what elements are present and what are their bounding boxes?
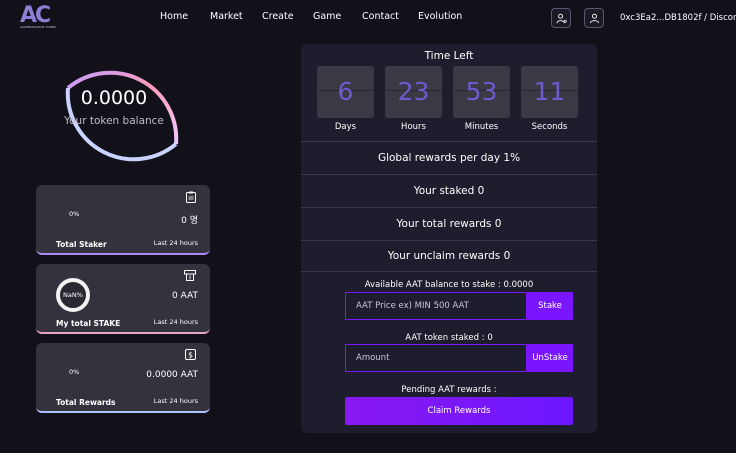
pending-rewards-label: Pending AAT rewards :: [401, 385, 497, 395]
card-value: 0 AAT: [172, 291, 198, 301]
top-nav: AC AIAMBASSADOR TOKEN Home Market Create…: [0, 0, 736, 36]
claim-rewards-button[interactable]: Claim Rewards: [345, 397, 573, 425]
total-rewards-card: $ 0% 0.0000 AAT Total Rewards Last 24 ho…: [36, 343, 210, 413]
nav-home[interactable]: Home: [160, 11, 188, 22]
countdown-seconds: 11: [521, 66, 578, 118]
card-title: My total STAKE: [56, 319, 121, 328]
countdown-number: 53: [465, 77, 498, 106]
nav-create[interactable]: Create: [262, 11, 294, 22]
card-percent: 0%: [69, 210, 80, 218]
user-settings-button[interactable]: [551, 8, 571, 28]
nav-game[interactable]: Game: [313, 11, 341, 22]
global-rewards-row: Global rewards per day 1%: [301, 141, 597, 173]
total-rewards-row: Your total rewards 0: [301, 207, 597, 239]
countdown-days: 6: [317, 66, 374, 118]
profile-button[interactable]: [584, 8, 604, 28]
token-staked-label: AAT token staked : 0: [405, 333, 493, 343]
card-value: 0 명: [181, 216, 198, 226]
card-subtitle: Last 24 hours: [153, 318, 198, 326]
user-gear-icon: [555, 13, 567, 23]
countdown-label: Seconds: [531, 122, 568, 132]
countdown-hours: 23: [385, 66, 442, 118]
time-left-title: Time Left: [424, 50, 474, 62]
token-balance-ring: 0.0000 Your token balance: [45, 55, 183, 193]
card-percent: 0%: [69, 368, 80, 376]
token-balance-label: Your token balance: [64, 115, 164, 127]
unstake-amount-input[interactable]: [345, 344, 527, 372]
countdown-label: Hours: [401, 122, 426, 132]
countdown-number: 23: [397, 77, 430, 106]
card-subtitle: Last 24 hours: [153, 239, 198, 247]
your-staked-row: Your staked 0: [301, 174, 597, 206]
clipboard-icon: [186, 191, 196, 203]
countdown-minutes: 53: [453, 66, 510, 118]
user-icon: [589, 13, 599, 23]
stake-progress-circle: NaN%: [56, 278, 90, 312]
logo[interactable]: AC AIAMBASSADOR TOKEN: [20, 3, 56, 31]
svg-text:$: $: [188, 350, 193, 359]
nav-contact[interactable]: Contact: [362, 11, 399, 22]
logo-subtext: AIAMBASSADOR TOKEN: [20, 25, 56, 29]
total-staker-card: 0% 0 명 Total Staker Last 24 hours: [36, 185, 210, 255]
nav-evolution[interactable]: Evolution: [418, 11, 462, 22]
unstake-button[interactable]: UnStake: [527, 344, 573, 372]
stake-button[interactable]: Stake: [527, 292, 573, 320]
countdown-label: Minutes: [464, 122, 499, 132]
wallet-disconnect-link[interactable]: 0xc3Ea2...DB1802f / Disconn: [620, 13, 736, 23]
staking-panel: Time Left 6 23 53 11 Days Hours Minutes …: [301, 44, 597, 433]
countdown-number: 11: [533, 77, 566, 106]
card-title: Total Staker: [56, 240, 107, 249]
token-balance-value: 0.0000: [80, 87, 148, 109]
countdown-number: 6: [337, 77, 354, 106]
available-balance-label: Available AAT balance to stake : 0.0000: [364, 280, 534, 290]
my-total-stake-card: NaN% 0 AAT My total STAKE Last 24 hours: [36, 264, 210, 334]
countdown-label: Days: [334, 122, 357, 132]
nav-market[interactable]: Market: [210, 11, 243, 22]
stake-amount-input[interactable]: [345, 292, 527, 320]
atm-icon: [184, 270, 196, 281]
unclaim-rewards-row: Your unclaim rewards 0: [301, 240, 597, 272]
card-title: Total Rewards: [56, 398, 116, 407]
card-subtitle: Last 24 hours: [153, 397, 198, 405]
card-value: 0.0000 AAT: [146, 370, 198, 380]
dollar-icon: $: [185, 349, 196, 360]
